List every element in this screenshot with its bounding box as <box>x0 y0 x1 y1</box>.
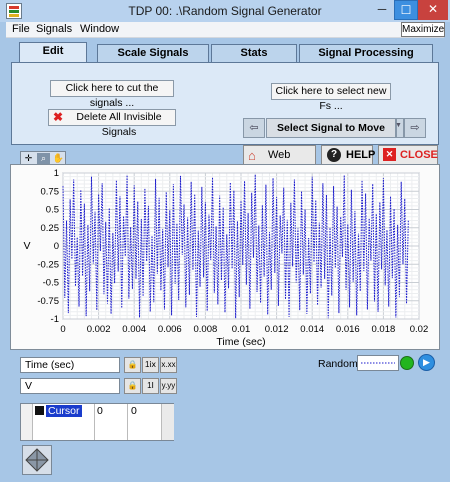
x-lock-icon[interactable]: 🔒 <box>124 357 141 373</box>
previous-signal-button[interactable]: ⇦ <box>243 118 265 138</box>
cut-signals-button[interactable]: Click here to cut the signals ... <box>50 80 174 109</box>
x-tick-label: 0.014 <box>300 324 324 335</box>
cursor-name-cell[interactable]: Cursor <box>46 405 82 417</box>
y-lock-icon[interactable]: 🔒 <box>124 378 141 394</box>
menu-signals[interactable]: Signals <box>36 23 72 35</box>
x-tick-label: 0.008 <box>194 324 218 335</box>
x-tick-label: 0.02 <box>410 324 429 335</box>
x-tick-label: 0.01 <box>232 324 251 335</box>
y-tick-label: 0.25 <box>41 223 60 234</box>
help-icon: ? <box>327 148 341 162</box>
x-axis-name-field[interactable]: Time (sec) <box>20 357 120 373</box>
y-tick-label: 0.75 <box>41 186 60 197</box>
legend-label: Random <box>318 358 358 370</box>
run-play-icon[interactable]: ▶ <box>418 354 435 371</box>
maximize-tooltip: Maximize <box>401 22 445 37</box>
waveform-graph[interactable]: 1 0.75 0.5 0.25 0 -0.25 -0.5 -0.75 -1 0 0.002 0.004… <box>10 164 440 350</box>
menu-bar: File Signals Window <box>6 22 444 38</box>
y-tick-label: 0 <box>54 241 59 252</box>
minimize-button[interactable]: ─ <box>370 0 394 20</box>
title-bar[interactable]: TDP 00: .\Random Signal Generator ─ ☐ ✕ <box>0 0 450 22</box>
menu-window[interactable]: Window <box>80 23 119 35</box>
next-signal-button[interactable]: ⇨ <box>404 118 426 138</box>
home-icon: ⌂ <box>248 148 256 163</box>
cursor-table-gutter <box>21 404 33 440</box>
dropdown-arrow-icon[interactable]: ▼ <box>395 118 404 138</box>
cursor-x-cell[interactable]: 0 <box>97 405 103 417</box>
tab-scale-signals[interactable]: Scale Signals <box>97 44 209 63</box>
help-button[interactable]: ? HELP <box>321 145 376 165</box>
y-axis-name-field[interactable]: V <box>20 378 120 394</box>
y-format-button[interactable]: y.yy <box>160 378 177 394</box>
y-tick-label: 1 <box>54 168 59 179</box>
x-tick-label: 0.004 <box>122 324 146 335</box>
tab-signal-processing[interactable]: Signal Processing <box>299 44 433 63</box>
select-signal-to-move-dropdown[interactable]: Select Signal to Move ... <box>266 118 396 152</box>
x-tick-label: 0 <box>60 324 65 335</box>
menu-file[interactable]: File <box>12 23 30 35</box>
y-axis-label: V <box>23 240 30 252</box>
x-tick-label: 0.002 <box>87 324 111 335</box>
close-x-icon: ✕ <box>383 148 396 161</box>
crosshair-tool-icon[interactable]: ✛ <box>22 153 35 164</box>
maximize-button[interactable]: ☐ <box>394 0 418 20</box>
x-axis-label: Time (sec) <box>216 336 265 348</box>
x-format-button[interactable]: x.xx <box>160 357 177 373</box>
y-tick-label: -1 <box>51 314 59 325</box>
cursor-table[interactable]: Cursor 0 0 <box>20 403 174 441</box>
tab-edit[interactable]: Edit <box>19 42 87 63</box>
cursor-move-diamond[interactable] <box>22 445 52 475</box>
x-tick-label: 0.016 <box>336 324 360 335</box>
close-label: CLOSE <box>400 149 438 161</box>
pan-hand-icon[interactable]: ✋ <box>52 153 65 164</box>
zoom-tool-icon[interactable]: ⌕ <box>37 153 50 164</box>
status-led-indicator <box>400 356 414 370</box>
graph-palette: ✛ ⌕ ✋ <box>20 151 66 165</box>
x-tick-label: 0.006 <box>158 324 182 335</box>
x-tick-label: 0.018 <box>372 324 396 335</box>
x-scale-button[interactable]: 1ⅸ <box>142 357 159 373</box>
y-tick-label: 0.5 <box>46 205 59 216</box>
close-window-button[interactable]: ✕ <box>418 0 448 20</box>
select-fs-button[interactable]: Click here to select new Fs ... <box>271 83 391 112</box>
y-tick-label: -0.75 <box>37 296 59 307</box>
cursor-color-swatch[interactable] <box>35 406 44 415</box>
chart-svg: 10.750.50.250-0.25-0.5-0.75-10 0.002 0.004… <box>23 168 429 348</box>
x-tick-label: 0.012 <box>265 324 289 335</box>
close-button[interactable]: ✕ CLOSE <box>378 145 438 165</box>
legend-plot-swatch[interactable] <box>357 355 399 371</box>
y-tick-label: -0.5 <box>43 278 59 289</box>
y-scale-button[interactable]: 1Ⅰ <box>142 378 159 394</box>
help-label: HELP <box>346 149 376 161</box>
cursor-table-scrollbar[interactable] <box>161 404 174 440</box>
delete-invisible-signals-button[interactable]: ✖ Delete All Invisible Signals <box>48 109 176 138</box>
tab-stats[interactable]: Stats <box>211 44 297 63</box>
y-tick-label: -0.25 <box>37 259 59 270</box>
cursor-y-cell[interactable]: 0 <box>131 405 137 417</box>
delete-x-icon: ✖ <box>53 110 64 124</box>
web-home-button[interactable]: ⌂ Web Home <box>243 145 316 179</box>
